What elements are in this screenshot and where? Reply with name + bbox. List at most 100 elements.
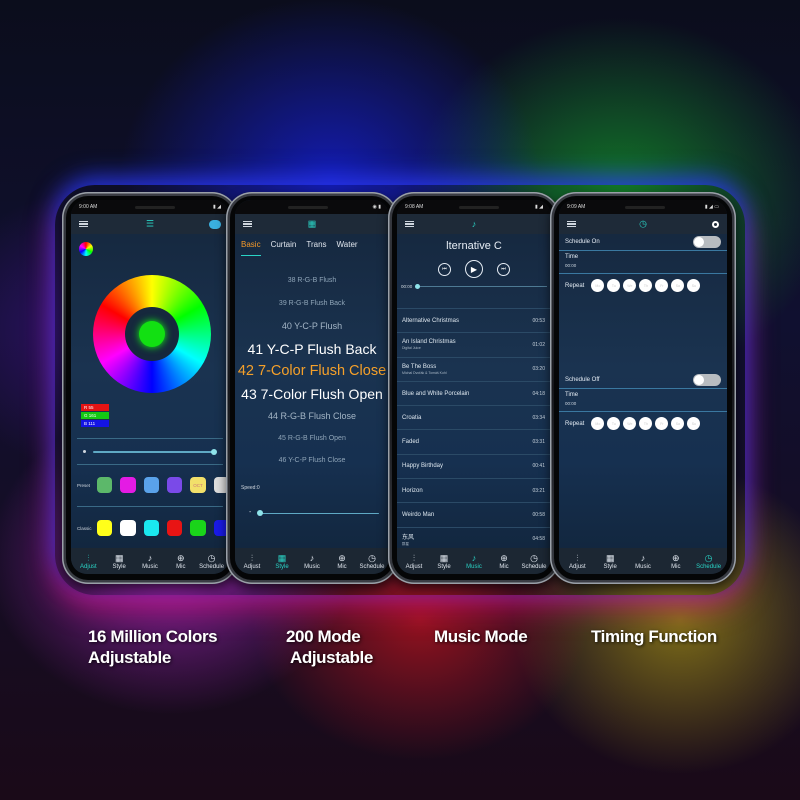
nav-tab-adjust[interactable]: ⫶ Adjust — [237, 553, 267, 570]
settings-icon[interactable] — [712, 220, 719, 228]
nav-tab-mic[interactable]: ⊕ Mic — [165, 553, 196, 570]
classic-swatch[interactable] — [143, 520, 159, 536]
preset-swatch[interactable] — [120, 477, 136, 493]
nav-tab-music[interactable]: ♪ Music — [297, 553, 327, 570]
schedule-on-toggle[interactable] — [693, 236, 721, 248]
speed-decrease[interactable]: - — [249, 509, 251, 516]
song-row[interactable]: Be The Boss Michal Dvořák & Tomáš Kohl 03:… — [397, 356, 551, 381]
mode-option[interactable]: 39 R-G-B Flush Back — [235, 293, 389, 316]
preset-swatch[interactable] — [143, 477, 159, 493]
nav-tab-style[interactable]: ▦ Style — [429, 553, 459, 570]
nav-tab-schedule[interactable]: ◷ Schedule — [519, 553, 549, 570]
menu-icon[interactable] — [243, 220, 252, 228]
day-toggle-mo[interactable]: Mo — [591, 417, 605, 430]
day-toggle-su[interactable]: Su — [687, 417, 701, 430]
green-value: G 161 — [81, 412, 109, 419]
nav-tab-label: Mic — [176, 563, 186, 570]
music-icon: ♪ — [471, 219, 477, 229]
classic-swatch[interactable] — [166, 520, 183, 536]
menu-icon[interactable] — [405, 220, 414, 228]
classic-swatch[interactable] — [120, 520, 136, 536]
schedule-off-toggle[interactable] — [693, 374, 721, 386]
nav-tab-adjust[interactable]: ⫶ Adjust — [399, 553, 429, 570]
status-bar: ◉ ▮ — [235, 200, 389, 214]
color-wheel[interactable] — [93, 275, 211, 393]
mode-option[interactable]: 43 7-Color Flush Open — [235, 383, 389, 406]
mode-tab-curtain[interactable]: Curtain — [271, 240, 297, 256]
nav-tab-style[interactable]: ▦ Style — [594, 553, 627, 570]
day-toggle-su[interactable]: Su — [687, 279, 701, 292]
song-row[interactable]: Alternative Christmas 00:53 — [397, 308, 551, 332]
classic-swatch[interactable] — [97, 520, 113, 536]
mode-tab-basic[interactable]: Basic — [241, 240, 261, 256]
nav-tab-music[interactable]: ♪ Music — [459, 553, 489, 570]
nav-tab-music[interactable]: ♪ Music — [135, 553, 166, 570]
schedule-screen: 9:09 AM ▮ ◢ ▭ ◷ Schedule On Time 00:00 R… — [559, 200, 727, 574]
off-time-row[interactable]: Time 00:00 — [559, 389, 727, 412]
song-row[interactable]: Blue and White Porcelain 04:18 — [397, 380, 551, 405]
speed-label: Speed:0 — [241, 485, 260, 491]
mode-option[interactable]: 41 Y-C-P Flush Back — [235, 338, 389, 361]
day-toggle-we[interactable]: We — [623, 417, 637, 430]
next-track-button[interactable]: ⏭ — [497, 262, 510, 276]
song-row[interactable]: Faded 03:31 — [397, 429, 551, 453]
nav-tab-music[interactable]: ♪ Music — [627, 553, 660, 570]
previous-track-button[interactable]: ⏮ — [438, 262, 451, 276]
day-toggle-mo[interactable]: Mo — [591, 279, 605, 292]
nav-tab-style[interactable]: ▦ Style — [267, 553, 297, 570]
mode-option[interactable]: 38 R-G-B Flush — [235, 270, 389, 293]
nav-tab-style[interactable]: ▦ Style — [104, 553, 135, 570]
preset-swatch[interactable] — [166, 477, 183, 493]
nav-tab-mic[interactable]: ⊕ Mic — [327, 553, 357, 570]
day-toggle-tu[interactable]: Tu — [607, 279, 621, 292]
nav-tab-schedule[interactable]: ◷ Schedule — [357, 553, 387, 570]
brightness-slider[interactable] — [93, 451, 215, 453]
menu-icon[interactable] — [567, 220, 576, 228]
nav-tab-adjust[interactable]: ⫶ Adjust — [73, 553, 104, 570]
nav-tab-adjust[interactable]: ⫶ Adjust — [561, 553, 594, 570]
playback-progress[interactable]: 00:00 — [397, 278, 551, 289]
day-toggle-sa[interactable]: Sa — [671, 279, 685, 292]
menu-icon[interactable] — [79, 220, 88, 228]
on-time-row[interactable]: Time 00:00 — [559, 251, 727, 274]
mode-tab-water[interactable]: Water — [337, 240, 358, 256]
mode-option[interactable]: 44 R-G-B Flush Close — [235, 405, 389, 428]
song-row[interactable]: Happy Birthday 00:41 — [397, 453, 551, 478]
day-toggle-we[interactable]: We — [623, 279, 637, 292]
mode-option-selected[interactable]: 42 7-Color Flush Close — [235, 360, 389, 383]
day-toggle-sa[interactable]: Sa — [671, 417, 685, 430]
music-screen: 9:08 AM ▮ ◢ ♪ lternative C ⏮ ▶ ⏭ 00:00 A… — [397, 200, 551, 574]
classic-swatch[interactable] — [190, 520, 206, 536]
song-row[interactable]: Horizon 03:21 — [397, 478, 551, 502]
preset-swatch[interactable] — [97, 477, 113, 493]
song-row[interactable]: Weirdo Man 00:58 — [397, 502, 551, 526]
speed-slider-knob[interactable] — [257, 510, 263, 516]
mode-tab-trans[interactable]: Trans — [306, 240, 326, 256]
seek-bar[interactable] — [415, 283, 547, 289]
color-palette-icon[interactable] — [79, 242, 93, 256]
day-toggle-th[interactable]: Th — [639, 417, 653, 430]
day-toggle-tu[interactable]: Tu — [607, 417, 621, 430]
brightness-slider-knob[interactable] — [211, 449, 217, 455]
preset-swatch-cct[interactable]: OCT — [190, 477, 206, 493]
nav-tab-mic[interactable]: ⊕ Mic — [489, 553, 519, 570]
status-icons: ▮ ◢ ▭ — [704, 204, 719, 210]
nav-tab-schedule[interactable]: ◷ Schedule — [196, 553, 227, 570]
nav-tab-schedule[interactable]: ◷ Schedule — [692, 553, 725, 570]
mode-option[interactable]: 40 Y-C-P Flush — [235, 315, 389, 338]
song-row[interactable]: Croatia 03:34 — [397, 405, 551, 429]
day-toggle-fr[interactable]: Fr — [655, 417, 669, 430]
on-repeat-row: Repeat Mo Tu We Th Fr Sa Su — [559, 274, 727, 297]
day-toggle-fr[interactable]: Fr — [655, 279, 669, 292]
day-toggle-th[interactable]: Th — [639, 279, 653, 292]
play-button[interactable]: ▶ — [465, 260, 483, 278]
mode-picker[interactable]: 38 R-G-B Flush 39 R-G-B Flush Back 40 Y-… — [235, 270, 389, 473]
mode-option[interactable]: 46 Y-C-P Flush Close — [235, 450, 389, 473]
mode-option[interactable]: 45 R-G-B Flush Open — [235, 428, 389, 451]
song-title: Weirdo Man — [402, 512, 435, 519]
player-controls: ⏮ ▶ ⏭ — [397, 260, 551, 278]
speed-slider[interactable] — [259, 513, 379, 514]
nav-tab-mic[interactable]: ⊕ Mic — [659, 553, 692, 570]
power-toggle[interactable] — [209, 219, 221, 229]
song-row[interactable]: An Island Christmas Digital Juice 01:02 — [397, 332, 551, 356]
